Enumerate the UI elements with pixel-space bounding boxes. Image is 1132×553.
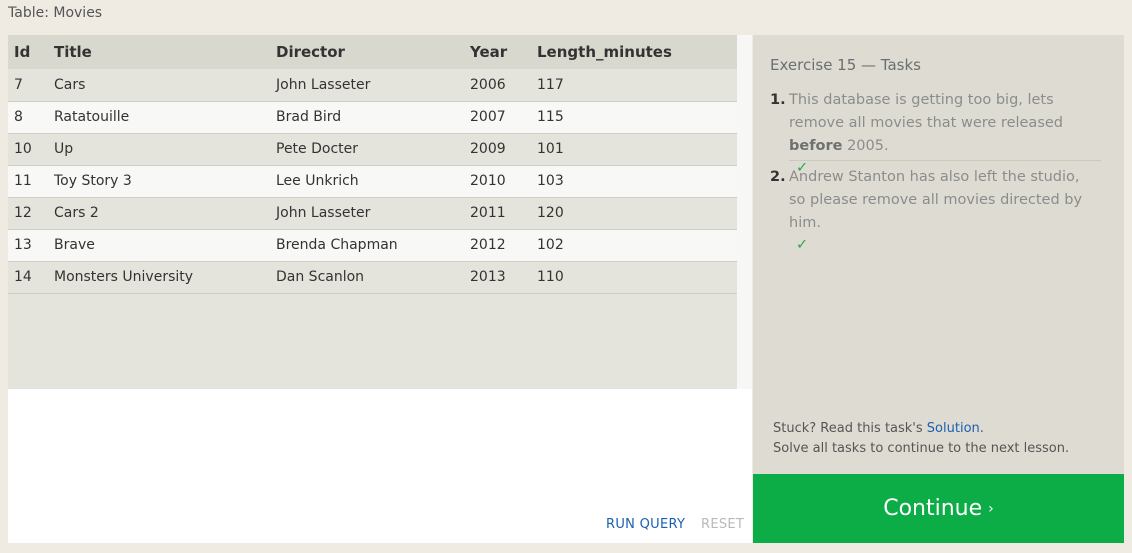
table-label: Table: Movies bbox=[8, 5, 103, 21]
cell-year: 2012 bbox=[464, 229, 531, 262]
cell-title: Up bbox=[48, 133, 270, 166]
continue-label: Continue bbox=[883, 496, 983, 521]
task-number: 1. bbox=[770, 92, 786, 108]
table-scrollbar[interactable] bbox=[737, 35, 752, 389]
cell-title: Monsters University bbox=[48, 261, 270, 294]
cell-director: Brad Bird bbox=[270, 101, 464, 134]
column-header-id: Id bbox=[8, 35, 48, 69]
chevron-right-icon: › bbox=[988, 501, 994, 517]
table-row: 14 Monsters University Dan Scanlon 2013 … bbox=[8, 261, 737, 294]
cell-director: Pete Docter bbox=[270, 133, 464, 166]
table-row: 7 Cars John Lasseter 2006 117 bbox=[8, 69, 737, 102]
cell-director: John Lasseter bbox=[270, 69, 464, 102]
cell-length: 103 bbox=[531, 165, 737, 198]
cell-director: Brenda Chapman bbox=[270, 229, 464, 262]
continue-button[interactable]: Continue › bbox=[753, 474, 1124, 543]
table-row: 8 Ratatouille Brad Bird 2007 115 bbox=[8, 101, 737, 134]
cell-year: 2006 bbox=[464, 69, 531, 102]
column-header-year: Year bbox=[464, 35, 531, 69]
cell-title: Cars bbox=[48, 69, 270, 102]
cell-id: 8 bbox=[8, 101, 48, 134]
cell-id: 11 bbox=[8, 165, 48, 198]
cell-title: Brave bbox=[48, 229, 270, 262]
results-table-area: Id Title Director Year Length_minutes 7 … bbox=[8, 35, 737, 389]
reset-button[interactable]: RESET bbox=[701, 517, 744, 532]
task-item-1: 1. This database is getting too big, let… bbox=[770, 89, 1100, 178]
cell-year: 2011 bbox=[464, 197, 531, 230]
cell-year: 2009 bbox=[464, 133, 531, 166]
task-divider bbox=[789, 160, 1101, 161]
cell-title: Toy Story 3 bbox=[48, 165, 270, 198]
column-header-length: Length_minutes bbox=[531, 35, 737, 69]
task-number: 2. bbox=[770, 169, 786, 185]
movies-table: Id Title Director Year Length_minutes 7 … bbox=[8, 35, 737, 294]
solution-link[interactable]: Solution bbox=[927, 421, 980, 436]
table-header-row: Id Title Director Year Length_minutes bbox=[8, 35, 737, 69]
run-query-button[interactable]: RUN QUERY bbox=[606, 517, 685, 532]
task-item-2: 2. Andrew Stanton has also left the stud… bbox=[770, 166, 1100, 255]
query-editor[interactable]: RUN QUERY RESET bbox=[8, 389, 752, 543]
table-row: 11 Toy Story 3 Lee Unkrich 2010 103 bbox=[8, 165, 737, 198]
cell-id: 7 bbox=[8, 69, 48, 102]
column-header-director: Director bbox=[270, 35, 464, 69]
stuck-help: Stuck? Read this task's Solution. Solve … bbox=[773, 419, 1069, 459]
table-row: 10 Up Pete Docter 2009 101 bbox=[8, 133, 737, 166]
check-icon: ✓ bbox=[796, 237, 809, 253]
cell-year: 2013 bbox=[464, 261, 531, 294]
cell-title: Ratatouille bbox=[48, 101, 270, 134]
cell-length: 110 bbox=[531, 261, 737, 294]
cell-year: 2010 bbox=[464, 165, 531, 198]
cell-length: 117 bbox=[531, 69, 737, 102]
cell-length: 115 bbox=[531, 101, 737, 134]
cell-director: Lee Unkrich bbox=[270, 165, 464, 198]
column-header-title: Title bbox=[48, 35, 270, 69]
tasks-panel: Exercise 15 — Tasks 1. This database is … bbox=[753, 35, 1124, 474]
task-text: This database is getting too big, lets r… bbox=[789, 92, 1063, 154]
query-panel: Id Title Director Year Length_minutes 7 … bbox=[8, 35, 752, 543]
exercise-title: Exercise 15 — Tasks bbox=[770, 56, 921, 74]
cell-length: 101 bbox=[531, 133, 737, 166]
cell-director: Dan Scanlon bbox=[270, 261, 464, 294]
cell-id: 10 bbox=[8, 133, 48, 166]
cell-id: 12 bbox=[8, 197, 48, 230]
solve-all-note: Solve all tasks to continue to the next … bbox=[773, 441, 1070, 456]
cell-year: 2007 bbox=[464, 101, 531, 134]
table-row: 13 Brave Brenda Chapman 2012 102 bbox=[8, 229, 737, 262]
cell-length: 120 bbox=[531, 197, 737, 230]
cell-director: John Lasseter bbox=[270, 197, 464, 230]
task-text: Andrew Stanton has also left the studio,… bbox=[789, 169, 1083, 231]
cell-id: 13 bbox=[8, 229, 48, 262]
cell-id: 14 bbox=[8, 261, 48, 294]
table-row: 12 Cars 2 John Lasseter 2011 120 bbox=[8, 197, 737, 230]
cell-length: 102 bbox=[531, 229, 737, 262]
cell-title: Cars 2 bbox=[48, 197, 270, 230]
